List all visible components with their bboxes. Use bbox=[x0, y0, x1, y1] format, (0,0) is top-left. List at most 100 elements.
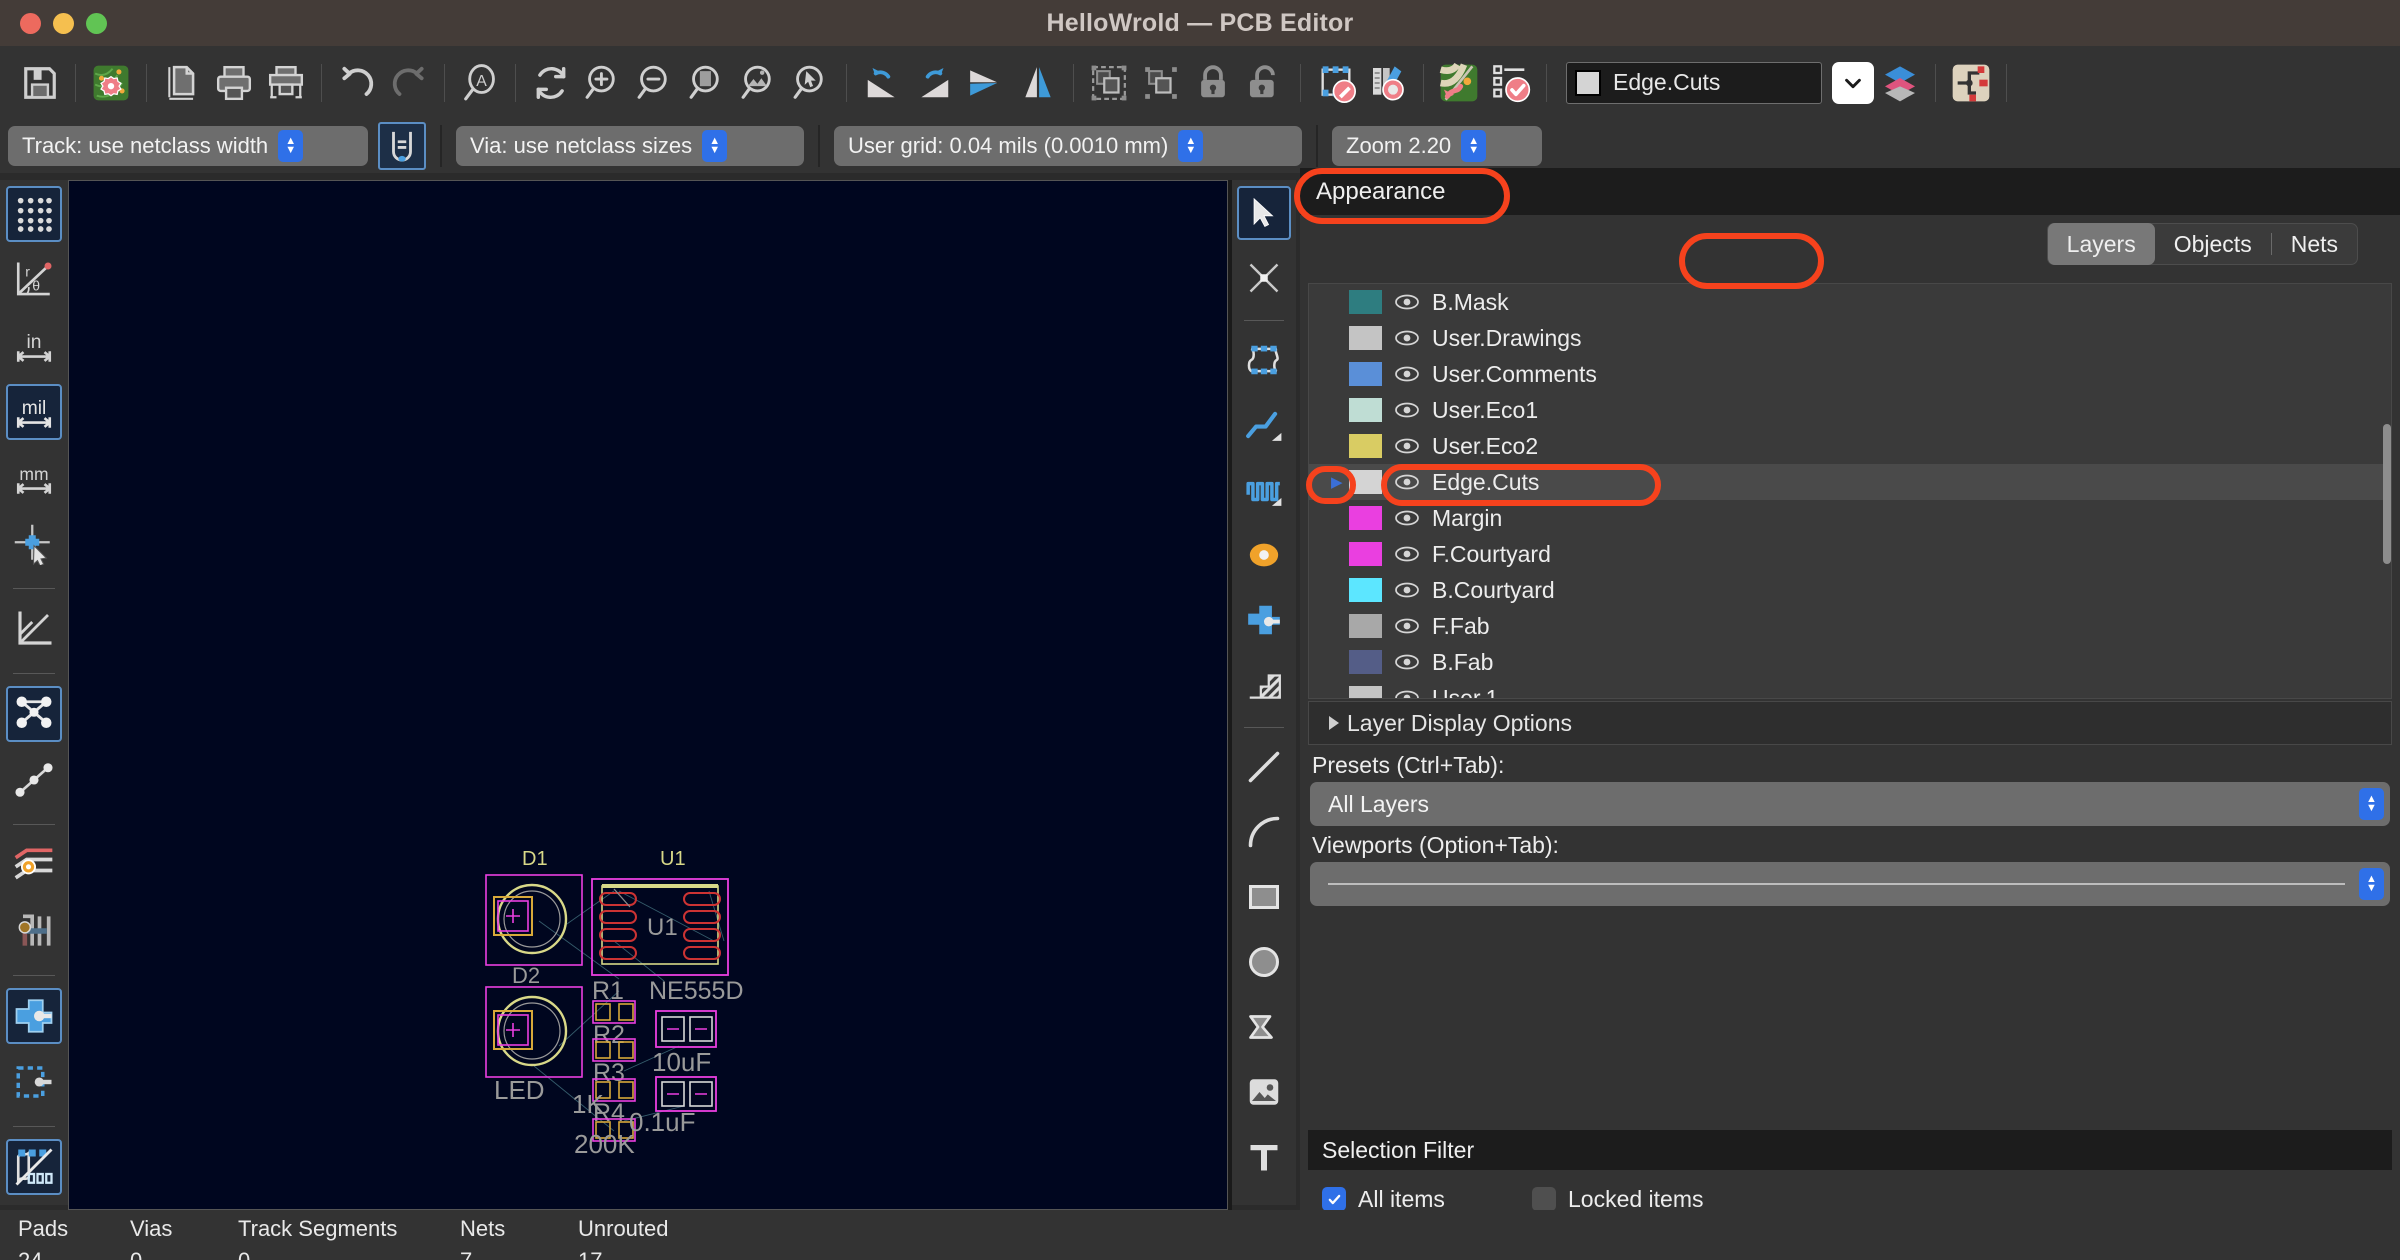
grid-stepper[interactable]: ▲ ▼ bbox=[1178, 130, 1204, 162]
find-button[interactable]: A bbox=[454, 57, 506, 109]
zone-fill-mode-button[interactable] bbox=[6, 988, 62, 1044]
layer-display-options-toggle[interactable]: Layer Display Options bbox=[1308, 701, 2392, 745]
layer-visibility-eye-icon[interactable] bbox=[1382, 329, 1432, 347]
tab-objects[interactable]: Objects bbox=[2155, 223, 2271, 265]
plot-button[interactable] bbox=[260, 57, 312, 109]
footprint-editor-button[interactable] bbox=[1310, 57, 1362, 109]
zoom-to-selection-button[interactable] bbox=[785, 57, 837, 109]
layer-color-swatch[interactable] bbox=[1349, 614, 1382, 638]
pcb-canvas[interactable]: D1 D2 LED U1 U1 R1 NE555D R2 R3 R4 1K 20… bbox=[68, 180, 1228, 1210]
layer-row-user-drawings[interactable]: User.Drawings bbox=[1309, 320, 2391, 356]
checkbox[interactable] bbox=[1532, 1187, 1556, 1211]
ratsnest-curved-button[interactable] bbox=[6, 752, 62, 808]
track-width-stepper[interactable]: ▲ ▼ bbox=[278, 130, 304, 162]
draw-line-tool-button[interactable] bbox=[1237, 740, 1291, 794]
toggle-ratsnest-45deg-button[interactable] bbox=[6, 601, 62, 657]
layer-visibility-eye-icon[interactable] bbox=[1382, 689, 1432, 698]
grid-selector[interactable]: User grid: 0.04 mils (0.0010 mm) ▲ ▼ bbox=[834, 126, 1302, 166]
layer-visibility-eye-icon[interactable] bbox=[1382, 293, 1432, 311]
draw-rectangle-tool-button[interactable] bbox=[1237, 870, 1291, 924]
rotate-ccw-button[interactable] bbox=[856, 57, 908, 109]
layer-row-f-courtyard[interactable]: F.Courtyard bbox=[1309, 536, 2391, 572]
add-zone-tool-button[interactable] bbox=[1237, 593, 1291, 647]
layer-row-b-mask[interactable]: B.Mask bbox=[1309, 284, 2391, 320]
layer-color-swatch[interactable] bbox=[1349, 506, 1382, 530]
layer-visibility-eye-icon[interactable] bbox=[1382, 473, 1432, 491]
units-inches-button[interactable]: in bbox=[6, 318, 62, 374]
zoom-in-button[interactable] bbox=[577, 57, 629, 109]
flip-vertical-button[interactable] bbox=[1012, 57, 1064, 109]
checkbox[interactable] bbox=[1322, 1187, 1346, 1211]
layers-list-scrollbar[interactable] bbox=[2383, 424, 2391, 564]
footprint-checker-button[interactable] bbox=[1362, 57, 1414, 109]
layer-dropdown-button[interactable] bbox=[1832, 61, 1874, 104]
highlight-net-tool-button[interactable] bbox=[1237, 251, 1291, 305]
layer-row-user-comments[interactable]: User.Comments bbox=[1309, 356, 2391, 392]
zoom-out-button[interactable] bbox=[629, 57, 681, 109]
add-text-tool-button[interactable] bbox=[1237, 1130, 1291, 1184]
layer-visibility-eye-icon[interactable] bbox=[1382, 365, 1432, 383]
zone-outline-mode-button[interactable] bbox=[6, 1054, 62, 1110]
layer-visibility-eye-icon[interactable] bbox=[1382, 437, 1432, 455]
tab-nets[interactable]: Nets bbox=[2272, 223, 2357, 265]
layer-pairs-button[interactable] bbox=[1874, 57, 1926, 109]
layer-color-swatch[interactable] bbox=[1349, 686, 1382, 698]
route-track-tool-button[interactable] bbox=[1237, 398, 1291, 452]
active-layer-selector[interactable]: Edge.Cuts bbox=[1566, 61, 1822, 104]
show-ratsnest-button[interactable] bbox=[6, 686, 62, 742]
layer-visibility-eye-icon[interactable] bbox=[1382, 653, 1432, 671]
layer-row-user-eco1[interactable]: User.Eco1 bbox=[1309, 392, 2391, 428]
rotate-cw-button[interactable] bbox=[908, 57, 960, 109]
layer-row-edge-cuts[interactable]: ▶ Edge.Cuts bbox=[1309, 464, 2391, 500]
via-fill-mode-button[interactable] bbox=[6, 903, 62, 959]
zoom-to-objects-button[interactable] bbox=[733, 57, 785, 109]
layer-row-user-1[interactable]: User.1 bbox=[1309, 680, 2391, 698]
layer-color-swatch[interactable] bbox=[1349, 542, 1382, 566]
presets-selector[interactable]: All Layers ▲ ▼ bbox=[1310, 782, 2390, 826]
layer-visibility-eye-icon[interactable] bbox=[1382, 545, 1432, 563]
layer-color-swatch[interactable] bbox=[1349, 470, 1382, 494]
layer-color-swatch[interactable] bbox=[1349, 290, 1382, 314]
track-via-properties-button[interactable] bbox=[378, 122, 426, 170]
net-highlight-button[interactable] bbox=[1945, 57, 1997, 109]
layer-color-swatch[interactable] bbox=[1349, 398, 1382, 422]
layer-visibility-eye-icon[interactable] bbox=[1382, 617, 1432, 635]
zoom-stepper[interactable]: ▲ ▼ bbox=[1461, 130, 1487, 162]
toggle-grid-button[interactable] bbox=[6, 186, 62, 242]
redo-button[interactable] bbox=[383, 57, 435, 109]
layer-color-swatch[interactable] bbox=[1349, 650, 1382, 674]
units-mm-button[interactable]: mm bbox=[6, 450, 62, 506]
unlock-button[interactable] bbox=[1239, 57, 1291, 109]
layer-row-b-fab[interactable]: B.Fab bbox=[1309, 644, 2391, 680]
board-setup-button[interactable] bbox=[85, 57, 137, 109]
draw-polygon-tool-button[interactable] bbox=[1237, 1000, 1291, 1054]
contrast-mode-button[interactable] bbox=[6, 1139, 62, 1195]
group-button[interactable] bbox=[1083, 57, 1135, 109]
save-button[interactable] bbox=[14, 57, 66, 109]
layer-color-swatch[interactable] bbox=[1349, 362, 1382, 386]
undo-button[interactable] bbox=[331, 57, 383, 109]
units-mils-button[interactable]: mil bbox=[6, 384, 62, 440]
layer-visibility-eye-icon[interactable] bbox=[1382, 581, 1432, 599]
layer-visibility-eye-icon[interactable] bbox=[1382, 401, 1432, 419]
view-3d-button[interactable] bbox=[1433, 57, 1485, 109]
polar-coords-button[interactable]: r θ bbox=[6, 252, 62, 308]
viewports-selector[interactable]: ▲ ▼ bbox=[1310, 862, 2390, 906]
add-via-tool-button[interactable] bbox=[1237, 528, 1291, 582]
add-rule-area-tool-button[interactable] bbox=[1237, 658, 1291, 712]
layers-list[interactable]: B.Mask User.Drawings User.Comments User.… bbox=[1308, 283, 2392, 699]
place-footprint-tool-button[interactable] bbox=[1237, 333, 1291, 387]
layer-visibility-eye-icon[interactable] bbox=[1382, 509, 1432, 527]
refresh-button[interactable] bbox=[525, 57, 577, 109]
add-image-tool-button[interactable] bbox=[1237, 1065, 1291, 1119]
toggle-cursor-button[interactable] bbox=[6, 516, 62, 572]
draw-circle-tool-button[interactable] bbox=[1237, 935, 1291, 989]
layer-row-margin[interactable]: Margin bbox=[1309, 500, 2391, 536]
tab-layers[interactable]: Layers bbox=[2047, 223, 2155, 265]
route-differential-pair-tool-button[interactable] bbox=[1237, 463, 1291, 517]
layer-color-swatch[interactable] bbox=[1349, 434, 1382, 458]
lock-button[interactable] bbox=[1187, 57, 1239, 109]
via-size-stepper[interactable]: ▲ ▼ bbox=[702, 130, 728, 162]
layer-color-swatch[interactable] bbox=[1349, 326, 1382, 350]
zoom-selector[interactable]: Zoom 2.20 ▲ ▼ bbox=[1332, 126, 1542, 166]
